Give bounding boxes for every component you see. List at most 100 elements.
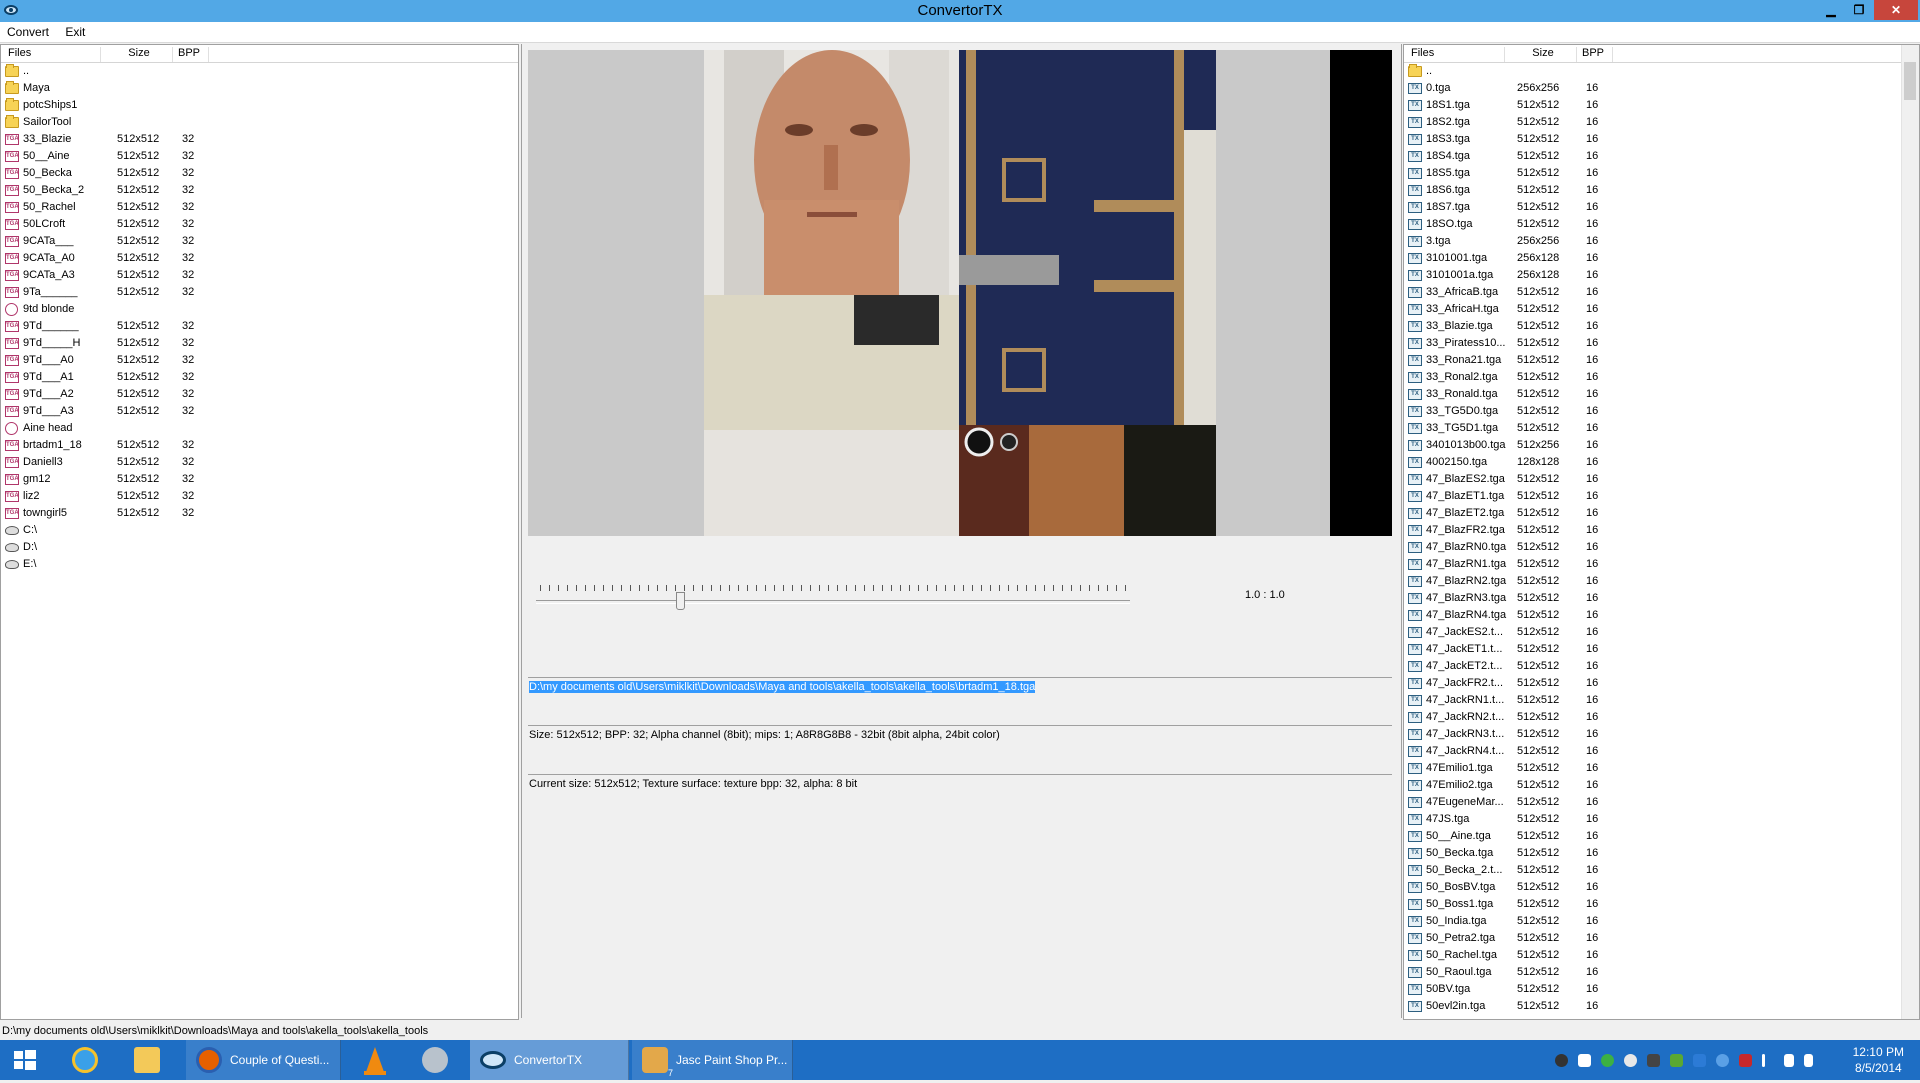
list-item[interactable]: TX 33_Ronal2.tga 512x512 16 xyxy=(1404,369,1919,386)
column-bpp[interactable]: BPP xyxy=(173,47,209,62)
restore-button[interactable]: ❐ xyxy=(1846,0,1872,20)
tray-app-icon[interactable] xyxy=(1555,1054,1568,1067)
list-item[interactable]: TGA 9Ta______ 512x512 32 xyxy=(1,284,518,301)
list-item[interactable]: TGA 50_Rachel 512x512 32 xyxy=(1,199,518,216)
clock[interactable]: 12:10 PM 8/5/2014 xyxy=(1853,1044,1904,1076)
list-item[interactable]: TX 47_JackRN4.t... 512x512 16 xyxy=(1404,743,1919,760)
list-item[interactable]: TX 18S7.tga 512x512 16 xyxy=(1404,199,1919,216)
list-item[interactable]: TX 33_Piratess10... 512x512 16 xyxy=(1404,335,1919,352)
list-item[interactable]: TX 50__Aine.tga 512x512 16 xyxy=(1404,828,1919,845)
list-item[interactable]: potcShips1 xyxy=(1,97,518,114)
list-item[interactable]: TX 47_BlazRN1.tga 512x512 16 xyxy=(1404,556,1919,573)
list-item[interactable]: TX 47_JackRN1.t... 512x512 16 xyxy=(1404,692,1919,709)
column-files[interactable]: Files xyxy=(1406,47,1505,62)
list-item[interactable]: TX 47_BlazFR2.tga 512x512 16 xyxy=(1404,522,1919,539)
list-item[interactable]: TX 47_JackRN2.t... 512x512 16 xyxy=(1404,709,1919,726)
list-item[interactable]: TX 18S5.tga 512x512 16 xyxy=(1404,165,1919,182)
list-item[interactable]: TX 50_Rachel.tga 512x512 16 xyxy=(1404,947,1919,964)
list-item[interactable]: TX 3.tga 256x256 16 xyxy=(1404,233,1919,250)
list-item[interactable]: SailorTool xyxy=(1,114,518,131)
list-item[interactable]: TGA 9Td_____H 512x512 32 xyxy=(1,335,518,352)
list-item[interactable]: TGA 33_Blazie 512x512 32 xyxy=(1,131,518,148)
scrollbar-thumb[interactable] xyxy=(1904,62,1916,100)
list-item[interactable]: .. xyxy=(1,63,518,80)
list-item[interactable]: TX 18S4.tga 512x512 16 xyxy=(1404,148,1919,165)
network-icon[interactable] xyxy=(1784,1054,1794,1067)
list-item[interactable]: TX 50_India.tga 512x512 16 xyxy=(1404,913,1919,930)
texture-info-field[interactable]: Size: 512x512; BPP: 32; Alpha channel (8… xyxy=(528,725,1392,763)
paintshop-taskbar-button[interactable]: Jasc Paint Shop Pr... 7 xyxy=(632,1040,793,1080)
right-scrollbar[interactable] xyxy=(1901,45,1919,1019)
list-item[interactable]: TX 47_JackFR2.t... 512x512 16 xyxy=(1404,675,1919,692)
list-item[interactable]: TGA liz2 512x512 32 xyxy=(1,488,518,505)
list-item[interactable]: TGA 9Td___A3 512x512 32 xyxy=(1,403,518,420)
column-size[interactable]: Size xyxy=(101,47,173,62)
list-item[interactable]: TX 47_JackES2.t... 512x512 16 xyxy=(1404,624,1919,641)
column-size[interactable]: Size xyxy=(1505,47,1577,62)
cloud-icon[interactable] xyxy=(1624,1054,1637,1067)
convertortx-taskbar-button[interactable]: ConvertorTX xyxy=(470,1040,629,1080)
list-item[interactable]: TX 47Emilio1.tga 512x512 16 xyxy=(1404,760,1919,777)
list-item[interactable]: TX 47Emilio2.tga 512x512 16 xyxy=(1404,777,1919,794)
list-item[interactable]: TX 4002150.tga 128x128 16 xyxy=(1404,454,1919,471)
list-item[interactable]: TX 50_Boss1.tga 512x512 16 xyxy=(1404,896,1919,913)
list-item[interactable]: TX 33_AfricaH.tga 512x512 16 xyxy=(1404,301,1919,318)
list-item[interactable]: TX 50_BosBV.tga 512x512 16 xyxy=(1404,879,1919,896)
list-item[interactable]: TX 3101001a.tga 256x128 16 xyxy=(1404,267,1919,284)
list-item[interactable]: TX 18S2.tga 512x512 16 xyxy=(1404,114,1919,131)
list-item[interactable]: TX 33_Ronald.tga 512x512 16 xyxy=(1404,386,1919,403)
close-button[interactable]: ✕ xyxy=(1874,0,1918,20)
list-item[interactable]: TX 33_TG5D0.tga 512x512 16 xyxy=(1404,403,1919,420)
list-item[interactable]: TGA 9Td______ 512x512 32 xyxy=(1,318,518,335)
firefox-taskbar-button[interactable]: Couple of Questi... xyxy=(186,1040,341,1080)
list-item[interactable]: TGA 50_Becka 512x512 32 xyxy=(1,165,518,182)
list-item[interactable]: TX 18S6.tga 512x512 16 xyxy=(1404,182,1919,199)
list-item[interactable]: TX 50_Petra2.tga 512x512 16 xyxy=(1404,930,1919,947)
list-item[interactable]: TGA 50_Becka_2 512x512 32 xyxy=(1,182,518,199)
list-item[interactable]: TX 3101001.tga 256x128 16 xyxy=(1404,250,1919,267)
tray-chat-icon[interactable] xyxy=(1693,1054,1706,1067)
list-item[interactable]: TX 47_BlazET2.tga 512x512 16 xyxy=(1404,505,1919,522)
list-item[interactable]: TX 47_BlazRN2.tga 512x512 16 xyxy=(1404,573,1919,590)
list-item[interactable]: TGA gm12 512x512 32 xyxy=(1,471,518,488)
tray-shield-icon[interactable] xyxy=(1670,1054,1683,1067)
list-item[interactable]: TX 47_BlazRN4.tga 512x512 16 xyxy=(1404,607,1919,624)
list-item[interactable]: TGA towngirl5 512x512 32 xyxy=(1,505,518,522)
list-item[interactable]: TX 50_Raoul.tga 512x512 16 xyxy=(1404,964,1919,981)
list-item[interactable]: TX 50BV.tga 512x512 16 xyxy=(1404,981,1919,998)
list-item[interactable]: 9td blonde xyxy=(1,301,518,318)
zoom-slider-thumb[interactable] xyxy=(676,592,685,610)
vlc-taskbar-button[interactable] xyxy=(350,1040,400,1080)
list-item[interactable]: TGA 9CATa___ 512x512 32 xyxy=(1,233,518,250)
list-item[interactable]: TX 0.tga 256x256 16 xyxy=(1404,80,1919,97)
menu-convert[interactable]: Convert xyxy=(0,22,55,39)
list-item[interactable]: D:\ xyxy=(1,539,518,556)
column-files[interactable]: Files xyxy=(3,47,101,62)
list-item[interactable]: .. xyxy=(1404,63,1919,80)
list-item[interactable]: TX 47_JackET1.t... 512x512 16 xyxy=(1404,641,1919,658)
current-size-field[interactable]: Current size: 512x512; Texture surface: … xyxy=(528,774,1392,812)
list-item[interactable]: TGA 9Td___A1 512x512 32 xyxy=(1,369,518,386)
ie-taskbar-button[interactable] xyxy=(62,1040,112,1080)
list-item[interactable]: TX 50_Becka.tga 512x512 16 xyxy=(1404,845,1919,862)
column-bpp[interactable]: BPP xyxy=(1577,47,1613,62)
minimize-button[interactable]: ▁ xyxy=(1818,0,1844,20)
list-item[interactable]: TGA 50LCroft 512x512 32 xyxy=(1,216,518,233)
list-item[interactable]: TX 3401013b00.tga 512x256 16 xyxy=(1404,437,1919,454)
list-item[interactable]: TGA 9Td___A2 512x512 32 xyxy=(1,386,518,403)
tray-monitor-icon[interactable] xyxy=(1647,1054,1660,1067)
menu-exit[interactable]: Exit xyxy=(58,22,91,39)
right-file-list[interactable]: Files Size BPP .. TX 0.tga 256x256 16 TX 18S1.… xyxy=(1403,44,1920,1020)
list-item[interactable]: TGA 9CATa_A0 512x512 32 xyxy=(1,250,518,267)
list-item[interactable]: TX 18S3.tga 512x512 16 xyxy=(1404,131,1919,148)
list-item[interactable]: E:\ xyxy=(1,556,518,573)
list-item[interactable]: TX 50evl2in.tga 512x512 16 xyxy=(1404,998,1919,1015)
tray-edit-icon[interactable] xyxy=(1578,1054,1591,1067)
list-item[interactable]: Aine head xyxy=(1,420,518,437)
explorer-taskbar-button[interactable] xyxy=(124,1040,174,1080)
list-item[interactable]: TX 33_Blazie.tga 512x512 16 xyxy=(1404,318,1919,335)
list-item[interactable]: C:\ xyxy=(1,522,518,539)
list-item[interactable]: TX 18SO.tga 512x512 16 xyxy=(1404,216,1919,233)
list-item[interactable]: TX 47JS.tga 512x512 16 xyxy=(1404,811,1919,828)
list-item[interactable]: TX 47_JackET2.t... 512x512 16 xyxy=(1404,658,1919,675)
